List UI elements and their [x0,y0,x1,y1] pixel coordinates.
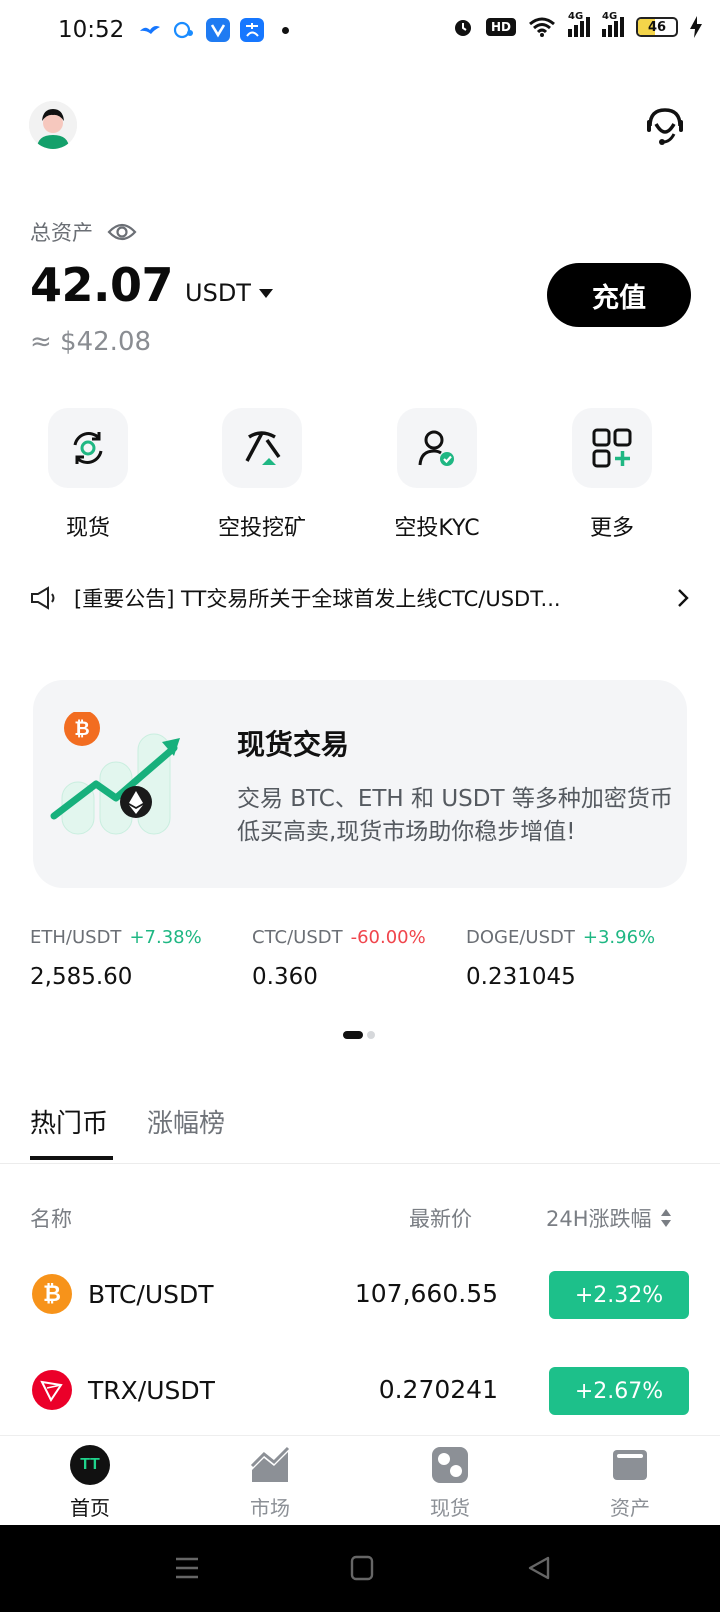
signal-2-icon: 4G [602,11,624,37]
quick-action-more[interactable]: 更多 [572,408,652,542]
alarm-icon [454,20,471,36]
table-row[interactable]: ₿ BTC/USDT [32,1274,214,1314]
back-triangle-icon[interactable] [526,1555,552,1581]
app-icon-blue [206,18,230,42]
market-chart-icon [250,1446,290,1482]
megaphone-icon [31,586,55,610]
alipay-icon [240,18,264,42]
trx-icon [32,1370,72,1410]
cloud-icon [172,18,196,42]
system-navigation-bar [0,1525,720,1612]
signal-1-icon: 4G [568,11,590,37]
unit-selector[interactable]: USDT [185,279,273,307]
quick-action-airdrop-kyc[interactable]: 空投KYC [394,408,480,542]
tt-logo-icon: TT [70,1445,110,1485]
avatar[interactable] [29,101,77,149]
tab-hot-coins[interactable]: 热门币 [30,1103,108,1140]
wifi-icon [529,17,555,37]
divider [0,1163,720,1164]
balance-value: 42.07 [30,258,174,312]
tab-gainers[interactable]: 涨幅榜 [147,1103,225,1140]
nav-spot[interactable]: 现货 [395,1444,505,1521]
table-row[interactable]: TRX/USDT [32,1370,215,1410]
announcement-bar[interactable]: [重要公告] TT交易所关于全球首发上线CTC/USDT... [30,583,690,613]
column-name: 名称 [30,1207,72,1231]
status-app-icons [138,18,289,42]
carousel-indicator [343,1031,375,1039]
spot-icon [432,1447,468,1483]
approx-value: ≈ $42.08 [30,327,152,357]
status-indicators: HD 4G 4G 46 [452,11,702,38]
ticker-ctc[interactable]: CTC/USDT -60.00% 0.360 [252,927,426,990]
column-latest-price: 最新价 [409,1207,472,1231]
quick-action-spot[interactable]: 现货 [48,408,128,542]
balance: 42.07 USDT [30,258,273,312]
svg-text:₿: ₿ [74,718,89,740]
ticker-doge[interactable]: DOGE/USDT +3.96% 0.231045 [466,927,655,990]
home-square-icon[interactable] [350,1555,374,1581]
eye-icon[interactable] [107,222,137,242]
announcement-text: [重要公告] TT交易所关于全球首发上线CTC/USDT... [74,587,561,611]
spot-exchange-icon [73,432,103,464]
change-badge[interactable]: +2.32% [549,1271,689,1319]
chevron-right-icon [678,589,689,607]
ticker-eth[interactable]: ETH/USDT +7.38% 2,585.60 [30,927,202,990]
row-price: 107,660.55 [354,1279,498,1308]
pickaxe-icon [245,431,281,465]
sort-icon [660,1209,671,1227]
nav-home[interactable]: TT 首页 [35,1444,145,1521]
column-24h-change[interactable]: 24H涨跌幅 [546,1203,672,1233]
dot-icon [282,26,289,34]
spot-trading-illustration: ₿ [50,712,180,835]
banner-title: 现货交易 [237,728,350,761]
menu-icon[interactable] [174,1555,200,1581]
btc-icon: ₿ [32,1274,72,1314]
hd-badge: HD [485,18,516,36]
banner-description: 交易 BTC、ETH 和 USDT 等多种加密货币低买高卖,现货市场助你稳步增值… [237,786,673,845]
wallet-icon [613,1450,647,1480]
user-verify-icon [418,430,454,466]
nav-market[interactable]: 市场 [215,1444,325,1521]
battery-indicator: 46 [636,17,678,37]
nav-assets[interactable]: 资产 [575,1444,685,1521]
quick-action-airdrop-mining[interactable]: 空投挖矿 [218,408,306,542]
row-price: 0.270241 [378,1375,498,1404]
change-badge[interactable]: +2.67% [549,1367,689,1415]
caret-down-icon [258,288,273,298]
charging-icon [690,16,702,38]
bird-icon [138,18,162,42]
customer-support-icon[interactable] [642,104,688,148]
deposit-button[interactable]: 充值 [547,263,691,327]
tab-underline [30,1156,113,1160]
total-assets-label: 总资产 [30,217,137,247]
status-time: 10:52 [58,17,125,43]
grid-plus-icon [592,428,632,468]
